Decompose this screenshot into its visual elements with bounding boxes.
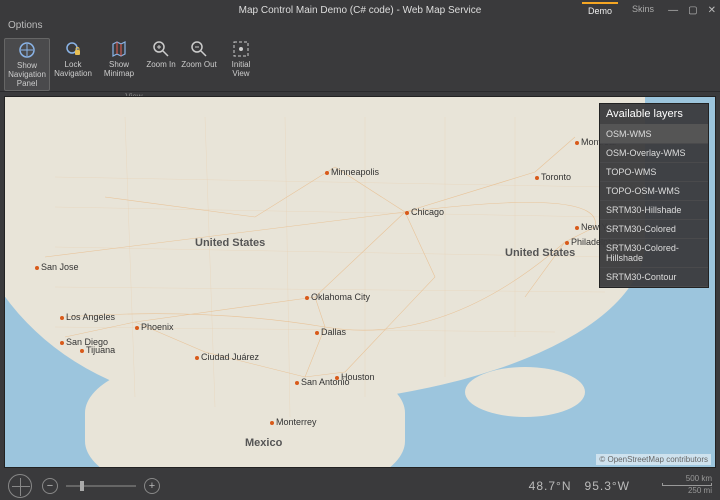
scale-indicator: 500 km 250 mi (662, 474, 712, 495)
minimize-button[interactable]: — (668, 5, 678, 16)
city-label: Phoenix (135, 322, 174, 332)
ribbon-lock-nav-button[interactable]: Lock Navigation (50, 38, 96, 91)
layers-header: Available layers (600, 104, 708, 125)
coordinates-readout: 48.7°N 95.3°W (529, 479, 630, 493)
maximize-button[interactable]: ▢ (688, 5, 697, 16)
city-marker-icon (295, 381, 299, 385)
top-tabs: Demo Skins (582, 2, 660, 18)
city-label: Ciudad Juárez (195, 352, 259, 362)
layer-item[interactable]: TOPO-WMS (600, 163, 708, 182)
city-label: Monterrey (270, 417, 317, 427)
city-marker-icon (60, 316, 64, 320)
layer-item[interactable]: TOPO-OSM-WMS (600, 182, 708, 201)
country-label: United States (505, 247, 575, 259)
zoom-out-icon (190, 40, 208, 58)
ribbon-group-view: Show Navigation PanelLock NavigationShow… (4, 38, 264, 101)
city-label: Dallas (315, 327, 346, 337)
layer-item[interactable]: OSM-WMS (600, 125, 708, 144)
country-label: Mexico (245, 437, 282, 449)
city-marker-icon (315, 331, 319, 335)
ribbon-zoom-out-button[interactable]: Zoom Out (180, 38, 218, 91)
longitude: 95.3°W (585, 479, 630, 493)
zoom-in-icon (152, 40, 170, 58)
nav-panel-icon (18, 41, 36, 59)
ribbon-minimap-button[interactable]: Show Minimap (96, 38, 142, 91)
close-button[interactable]: ✕ (708, 5, 716, 16)
layer-item[interactable]: SRTM30-Colored-Hillshade (600, 239, 708, 268)
ribbon: Show Navigation PanelLock NavigationShow… (0, 36, 720, 92)
scale-mi: 250 mi (662, 486, 712, 495)
scale-km: 500 km (662, 474, 712, 483)
layer-item[interactable]: SRTM30-Colored (600, 220, 708, 239)
city-label: Minneapolis (325, 167, 379, 177)
city-marker-icon (405, 211, 409, 215)
menu-options[interactable]: Options (8, 20, 42, 31)
tab-demo[interactable]: Demo (582, 2, 618, 18)
city-label: Toronto (535, 172, 571, 182)
menu-bar: Options (0, 20, 720, 36)
city-label: San Antonio (295, 377, 350, 387)
zoom-out-button[interactable]: − (42, 478, 58, 494)
city-marker-icon (80, 349, 84, 353)
tab-skins[interactable]: Skins (626, 2, 660, 18)
city-label: San Jose (35, 262, 79, 272)
city-marker-icon (135, 326, 139, 330)
layer-item[interactable]: SRTM30-Hillshade (600, 201, 708, 220)
zoom-in-button[interactable]: + (144, 478, 160, 494)
city-marker-icon (565, 241, 569, 245)
ribbon-zoom-in-button[interactable]: Zoom In (142, 38, 180, 91)
city-marker-icon (195, 356, 199, 360)
city-marker-icon (575, 226, 579, 230)
ribbon-nav-panel-button[interactable]: Show Navigation Panel (4, 38, 50, 91)
title-bar: Map Control Main Demo (C# code) - Web Ma… (0, 0, 720, 20)
city-marker-icon (270, 421, 274, 425)
minimap-icon (110, 40, 128, 58)
window-title: Map Control Main Demo (C# code) - Web Ma… (239, 5, 482, 16)
city-label: Tijuana (80, 345, 115, 355)
layer-item[interactable]: SRTM30-Contour (600, 268, 708, 287)
layers-panel: Available layers OSM-WMSOSM-Overlay-WMST… (599, 103, 709, 288)
ribbon-initial-view-button[interactable]: Initial View (218, 38, 264, 91)
status-bar: − + 48.7°N 95.3°W 500 km 250 mi (0, 472, 720, 500)
latitude: 48.7°N (529, 479, 572, 493)
city-label: Chicago (405, 207, 444, 217)
layer-item[interactable]: OSM-Overlay-WMS (600, 144, 708, 163)
lock-nav-icon (64, 40, 82, 58)
zoom-slider[interactable] (66, 485, 136, 487)
city-marker-icon (325, 171, 329, 175)
map-attribution: © OpenStreetMap contributors (596, 454, 711, 465)
city-marker-icon (60, 341, 64, 345)
city-label: Oklahoma City (305, 292, 370, 302)
city-marker-icon (575, 141, 579, 145)
city-marker-icon (535, 176, 539, 180)
city-marker-icon (35, 266, 39, 270)
city-label: Los Angeles (60, 312, 115, 322)
country-label: United States (195, 237, 265, 249)
pan-control[interactable] (8, 474, 32, 498)
map-canvas[interactable]: United StatesUnited StatesMexicoMontreal… (4, 96, 716, 468)
window-buttons: — ▢ ✕ (668, 5, 716, 16)
city-marker-icon (305, 296, 309, 300)
initial-view-icon (232, 40, 250, 58)
